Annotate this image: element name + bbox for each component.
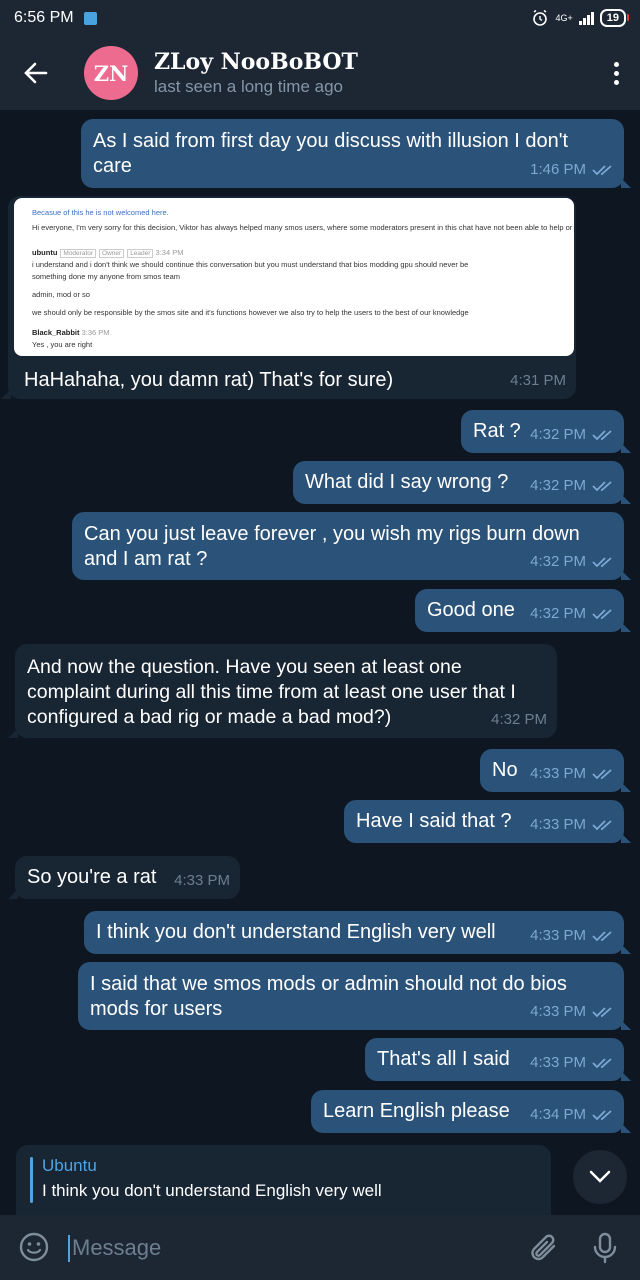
image-text-line: Becasue of this he is not welcomed here. — [32, 208, 169, 217]
image-text-line: something done my anyone from smos team — [32, 272, 180, 281]
scroll-down-button[interactable] — [573, 1150, 627, 1204]
double-check-icon — [592, 1006, 612, 1017]
chat-header: ZN ZLoy NooBoBOT last seen a long time a… — [0, 36, 640, 110]
reply-preview[interactable]: Ubuntu I think you don't understand Engl… — [16, 1145, 551, 1215]
message-time: 4:33 PM — [174, 872, 230, 889]
double-check-icon — [592, 164, 612, 175]
double-check-icon — [592, 480, 612, 491]
chat-title: ZLoy NooBoBOT — [154, 49, 358, 75]
message-bubble[interactable]: So you're a rat 4:33 PM — [8, 856, 240, 899]
message-time: 4:33 PM — [530, 1054, 586, 1071]
image-text-line: we should only be responsible by the smo… — [32, 308, 469, 317]
paperclip-icon[interactable] — [530, 1232, 560, 1264]
message-bubble[interactable]: Good one 4:32 PM — [415, 589, 631, 632]
message-time: 4:34 PM — [530, 1106, 586, 1123]
double-check-icon — [592, 1057, 612, 1068]
double-check-icon — [592, 819, 612, 830]
message-time: 1:46 PM — [530, 161, 586, 178]
battery-icon: 19 — [599, 9, 630, 27]
double-check-icon — [592, 930, 612, 941]
status-bar: 6:56 PM 4G+ 19 — [0, 0, 640, 36]
reply-text: I think you don't understand English ver… — [42, 1181, 382, 1200]
message-bubble[interactable]: As I said from first day you discuss wit… — [81, 119, 631, 188]
image-time: 3:36 PM — [81, 328, 110, 337]
image-text-line: i understand and i don't think we should… — [32, 260, 469, 269]
message-time: 4:33 PM — [530, 1003, 586, 1020]
chevron-down-icon — [589, 1170, 611, 1183]
message-time: 4:31 PM — [510, 372, 566, 389]
arrow-left-icon — [24, 62, 48, 84]
message-time: 4:32 PM — [530, 426, 586, 443]
battery-level: 19 — [606, 12, 619, 24]
message-bubble[interactable]: Rat ? 4:32 PM — [461, 410, 631, 453]
back-button[interactable] — [0, 36, 72, 110]
message-composer — [0, 1215, 640, 1280]
message-bubble[interactable]: Can you just leave forever , you wish my… — [72, 512, 631, 580]
alarm-icon — [533, 9, 548, 26]
message-time: 4:32 PM — [530, 553, 586, 570]
last-seen-status: last seen a long time ago — [154, 77, 344, 96]
double-check-icon — [592, 1109, 612, 1120]
reply-author: Ubuntu — [42, 1156, 97, 1175]
message-text: And now the question. Have you seen at l… — [27, 656, 516, 728]
double-check-icon — [592, 768, 612, 779]
message-time: 4:33 PM — [530, 765, 586, 782]
image-username: ubuntu — [32, 248, 58, 257]
image-tag: Leader — [127, 249, 154, 258]
image-tag: Owner — [99, 249, 125, 258]
chat-info[interactable]: ZLoy NooBoBOT last seen a long time ago — [154, 49, 592, 97]
message-time: 4:32 PM — [530, 477, 586, 494]
message-bubble[interactable]: I said that we smos mods or admin should… — [78, 962, 631, 1030]
image-tag: Moderator — [60, 249, 97, 258]
image-text-line: Hi everyone, I'm very sorry for this dec… — [32, 223, 574, 232]
network-type: 4G+ — [555, 13, 573, 23]
microphone-icon[interactable] — [592, 1232, 618, 1264]
message-text: HaHahaha, you damn rat) That's for sure) — [24, 369, 394, 391]
image-text-line: admin, mod or so — [32, 290, 90, 299]
message-time: 4:32 PM — [530, 605, 586, 622]
message-input[interactable] — [72, 1229, 492, 1267]
message-bubble[interactable]: No 4:33 PM — [480, 749, 631, 792]
message-bubble[interactable]: And now the question. Have you seen at l… — [8, 644, 557, 738]
image-time: 3:34 PM — [155, 248, 184, 257]
message-bubble[interactable]: What did I say wrong ? 4:32 PM — [293, 461, 631, 504]
image-text-line: Yes , you are right — [32, 340, 93, 349]
screenshot-image[interactable]: Becasue of this he is not welcomed here.… — [14, 198, 574, 356]
message-bubble[interactable]: Have I said that ? 4:33 PM — [344, 800, 631, 843]
image-username: Black_Rabbit — [32, 328, 80, 337]
signal-icon — [578, 11, 594, 25]
double-check-icon — [592, 556, 612, 567]
reply-accent-bar — [30, 1157, 33, 1203]
avatar[interactable]: ZN — [84, 46, 138, 100]
message-bubble[interactable]: I think you don't understand English ver… — [84, 911, 631, 954]
message-time: 4:33 PM — [530, 927, 586, 944]
double-check-icon — [592, 429, 612, 440]
message-time: 4:32 PM — [491, 711, 547, 728]
emoji-icon[interactable] — [18, 1231, 50, 1263]
telegram-notification-icon — [83, 11, 97, 25]
message-bubble[interactable]: That's all I said 4:33 PM — [365, 1038, 631, 1081]
more-options-button[interactable] — [592, 36, 640, 110]
message-bubble[interactable]: Learn English please 4:34 PM — [311, 1090, 631, 1133]
double-check-icon — [592, 608, 612, 619]
status-time: 6:56 PM — [14, 9, 74, 26]
message-time: 4:33 PM — [530, 816, 586, 833]
text-cursor — [68, 1235, 70, 1262]
